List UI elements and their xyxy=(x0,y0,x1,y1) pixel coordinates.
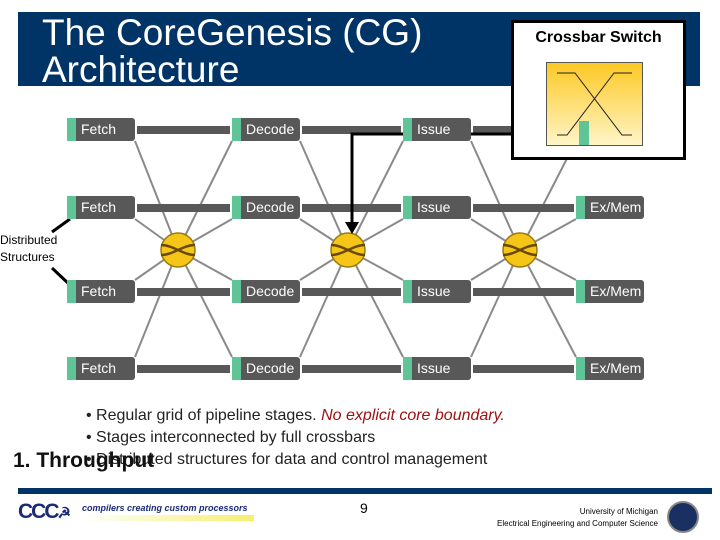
stage-decode: Decode xyxy=(232,196,300,219)
stage-decode: Decode xyxy=(232,357,300,380)
stage-tab xyxy=(67,118,76,141)
bullet-1: • Regular grid of pipeline stages. No ex… xyxy=(86,405,505,427)
callout-title: Crossbar Switch xyxy=(535,29,662,46)
stage-ex-mem: Ex/Mem xyxy=(576,196,644,219)
tagline: compilers creating custom processors xyxy=(82,503,248,513)
page-number: 9 xyxy=(360,500,368,516)
stage-issue: Issue xyxy=(403,196,471,219)
stage-tab xyxy=(232,196,241,219)
stage-tab xyxy=(67,196,76,219)
stage-tab xyxy=(403,118,412,141)
stage-bar xyxy=(473,288,574,296)
crossbar-switch-icon xyxy=(546,62,643,146)
stage-tab xyxy=(232,357,241,380)
stage-label: Fetch xyxy=(81,121,117,137)
stage-label: Decode xyxy=(246,199,295,215)
stage-fetch: Fetch xyxy=(67,280,135,303)
stage-label: Ex/Mem xyxy=(590,199,642,215)
stage-label: Issue xyxy=(417,360,451,376)
stage-bar xyxy=(137,288,230,296)
stage-label: Fetch xyxy=(81,199,117,215)
footer-rule xyxy=(18,488,712,494)
stage-tab xyxy=(576,196,585,219)
stage-tab xyxy=(67,357,76,380)
stage-label: Decode xyxy=(246,121,295,137)
uni-line: University of Michigan xyxy=(579,507,658,516)
tagline-underline xyxy=(82,515,254,521)
section-heading: 1. Throughput xyxy=(13,449,155,472)
stage-issue: Issue xyxy=(403,357,471,380)
stage-label: Issue xyxy=(417,199,451,215)
stage-label: Fetch xyxy=(81,283,117,299)
stage-ex-mem: Ex/Mem xyxy=(576,280,644,303)
stage-fetch: Fetch xyxy=(67,357,135,380)
label-line: Structures xyxy=(0,250,55,264)
stage-tab xyxy=(576,280,585,303)
stage-tab xyxy=(403,357,412,380)
stage-bar xyxy=(302,365,401,373)
stage-fetch: Fetch xyxy=(67,196,135,219)
distributed-structures-label: Distributed Structures xyxy=(0,232,57,266)
stage-tab xyxy=(67,280,76,303)
stage-tab xyxy=(232,280,241,303)
stage-label: Ex/Mem xyxy=(590,283,642,299)
stage-label: Issue xyxy=(417,121,451,137)
stage-bar xyxy=(302,288,401,296)
stage-issue: Issue xyxy=(403,118,471,141)
bullet-emphasis: No explicit core boundary. xyxy=(321,407,505,424)
crossbar-callout: Crossbar Switch xyxy=(511,20,686,160)
stage-issue: Issue xyxy=(403,280,471,303)
stage-label: Fetch xyxy=(81,360,117,376)
university-seal xyxy=(667,501,699,533)
label-line: Distributed xyxy=(0,233,58,247)
stage-bar xyxy=(473,204,574,212)
stage-bar xyxy=(137,204,230,212)
bullet-text: • Regular grid of pipeline stages. xyxy=(86,407,322,424)
stage-tab xyxy=(403,280,412,303)
stage-bar xyxy=(473,365,574,373)
stage-tab xyxy=(232,118,241,141)
university-label: University of Michigan Electrical Engine… xyxy=(497,506,658,530)
stage-tab xyxy=(403,196,412,219)
pointer-line xyxy=(51,217,71,234)
stage-bar xyxy=(137,126,230,134)
uni-line: Electrical Engineering and Computer Scie… xyxy=(497,519,658,528)
stage-bar xyxy=(137,365,230,373)
stage-ex-mem: Ex/Mem xyxy=(576,357,644,380)
stage-decode: Decode xyxy=(232,118,300,141)
bullet-2: • Stages interconnected by full crossbar… xyxy=(86,429,376,446)
stage-fetch: Fetch xyxy=(67,118,135,141)
stage-label: Issue xyxy=(417,283,451,299)
stage-label: Ex/Mem xyxy=(590,360,642,376)
stage-label: Decode xyxy=(246,360,295,376)
stage-label: Decode xyxy=(246,283,295,299)
stage-decode: Decode xyxy=(232,280,300,303)
ccc-logo: CCC☭ xyxy=(18,500,71,523)
stage-tab xyxy=(576,357,585,380)
